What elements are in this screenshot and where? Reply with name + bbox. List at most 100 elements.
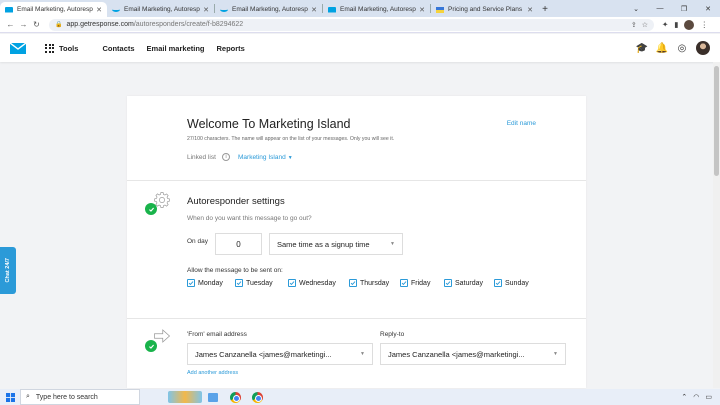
- chevron-down-icon[interactable]: ⌄: [624, 0, 648, 17]
- caret-down-icon: ▼: [390, 241, 395, 247]
- linked-list-value: Marketing Island: [238, 154, 286, 161]
- taskbar-app-chrome-2[interactable]: [246, 389, 268, 405]
- taskbar-app-chrome[interactable]: [224, 389, 246, 405]
- browser-tab-1[interactable]: Email Marketing, Autoresponder ✕: [0, 2, 107, 17]
- check-circle-icon: [145, 203, 157, 215]
- side-panel-icon[interactable]: ▮: [674, 20, 678, 29]
- day-saturday[interactable]: Saturday: [444, 279, 494, 287]
- tab-title: Email Marketing, Autoresponde: [124, 6, 200, 13]
- send-time-dropdown[interactable]: Same time as a signup time ▼: [269, 233, 403, 255]
- reload-icon[interactable]: ↻: [30, 20, 43, 29]
- checkbox-checked-icon[interactable]: [349, 279, 357, 287]
- day-monday[interactable]: Monday: [187, 279, 235, 287]
- forward-arrow-icon[interactable]: →: [17, 20, 30, 29]
- chat-247-tab[interactable]: Chat 24/7: [0, 247, 16, 294]
- browser-tab-3[interactable]: Email Marketing, Autoresponde ✕: [215, 2, 322, 17]
- flag-favicon-icon: [436, 6, 444, 13]
- url-host: app.getresponse.com: [66, 21, 134, 28]
- on-day-label: On day: [187, 238, 208, 245]
- browser-tab-4[interactable]: Email Marketing, Autoresponde ✕: [323, 2, 430, 17]
- page-scrollbar[interactable]: [713, 62, 720, 388]
- day-sunday[interactable]: Sunday: [494, 279, 540, 287]
- close-tab-icon[interactable]: ✕: [311, 6, 317, 14]
- nav-tools[interactable]: Tools: [59, 44, 78, 53]
- browser-toolbar: ✦ ▮ ⋮: [662, 19, 708, 30]
- close-window-icon[interactable]: ✕: [696, 0, 720, 17]
- day-wednesday[interactable]: Wednesday: [288, 279, 349, 287]
- close-tab-icon[interactable]: ✕: [96, 6, 102, 14]
- getresponse-logo-icon[interactable]: [10, 42, 26, 54]
- user-avatar[interactable]: [696, 41, 710, 55]
- caret-down-icon: ▼: [360, 351, 365, 357]
- maximize-icon[interactable]: ❐: [672, 0, 696, 17]
- nav-contacts[interactable]: Contacts: [102, 44, 134, 53]
- nav-email-marketing[interactable]: Email marketing: [147, 44, 205, 53]
- day-label: Tuesday: [246, 279, 273, 287]
- extensions-icon[interactable]: ✦: [662, 20, 668, 29]
- reply-to-dropdown[interactable]: James Canzanella <james@marketingi... ▼: [380, 343, 566, 365]
- day-tuesday[interactable]: Tuesday: [235, 279, 288, 287]
- url-field[interactable]: 🔒 app.getresponse.com/autoresponders/cre…: [49, 18, 654, 31]
- caret-down-icon: ▼: [553, 351, 558, 357]
- checkbox-checked-icon[interactable]: [187, 279, 195, 287]
- from-email-label: 'From' email address: [187, 331, 247, 338]
- taskbar-app-files[interactable]: [202, 389, 224, 405]
- address-bar: ← → ↻ 🔒 app.getresponse.com/autoresponde…: [0, 17, 720, 33]
- autoresponder-settings-title: Autoresponder settings: [187, 196, 285, 207]
- getresponse-favicon-icon: [220, 7, 228, 12]
- nav-reports[interactable]: Reports: [217, 44, 245, 53]
- day-label: Monday: [198, 279, 223, 287]
- caret-down-icon: ▼: [287, 155, 293, 161]
- file-explorer-icon: [208, 392, 218, 402]
- send-time-question: When do you want this message to go out?: [187, 215, 312, 222]
- allowed-days: Monday Tuesday Wednesday Thursday Friday…: [187, 279, 540, 287]
- tab-title: Email Marketing, Autoresponder: [17, 6, 93, 13]
- tools-grid-icon[interactable]: [45, 43, 54, 53]
- browser-tab-2[interactable]: Email Marketing, Autoresponde ✕: [107, 2, 214, 17]
- section-divider: [127, 180, 586, 181]
- profile-avatar[interactable]: [684, 19, 695, 30]
- close-tab-icon[interactable]: ✕: [203, 6, 209, 14]
- settings-section-icon: [145, 191, 171, 215]
- on-day-input[interactable]: 0: [215, 233, 262, 255]
- share-icon[interactable]: ⇪: [631, 21, 637, 29]
- bell-icon[interactable]: 🔔: [656, 42, 668, 54]
- autoresponder-card: Welcome To Marketing Island Edit name 27…: [127, 96, 586, 388]
- tray-chevron-icon[interactable]: ⌃: [681, 393, 687, 401]
- new-tab-button[interactable]: +: [538, 2, 552, 17]
- back-arrow-icon[interactable]: ←: [4, 20, 17, 29]
- check-circle-icon: [145, 340, 157, 352]
- checkbox-checked-icon[interactable]: [288, 279, 296, 287]
- taskbar-search[interactable]: ⌕ Type here to search: [20, 389, 140, 405]
- minimize-icon[interactable]: —: [648, 0, 672, 17]
- lock-icon[interactable]: 🔒: [55, 21, 62, 28]
- checkbox-checked-icon[interactable]: [494, 279, 502, 287]
- add-another-address-link[interactable]: Add another address: [187, 370, 238, 376]
- day-thursday[interactable]: Thursday: [349, 279, 400, 287]
- day-friday[interactable]: Friday: [400, 279, 444, 287]
- notification-icon[interactable]: ▭: [705, 393, 712, 401]
- info-icon[interactable]: i: [222, 153, 230, 161]
- day-label: Thursday: [360, 279, 390, 287]
- checkbox-checked-icon[interactable]: [235, 279, 243, 287]
- from-email-dropdown[interactable]: James Canzanella <james@marketingi... ▼: [187, 343, 373, 365]
- edit-name-link[interactable]: Edit name: [507, 120, 536, 127]
- linked-list-dropdown[interactable]: Marketing Island ▼: [238, 154, 293, 161]
- close-tab-icon[interactable]: ✕: [527, 6, 533, 14]
- tab-title: Email Marketing, Autoresponde: [340, 6, 416, 13]
- linked-list-label: Linked list: [187, 154, 216, 161]
- close-tab-icon[interactable]: ✕: [419, 6, 425, 14]
- character-count-note: 27/100 characters. The name will appear …: [187, 136, 395, 142]
- browser-tab-5[interactable]: Pricing and Service Plans | GetR ✕: [431, 2, 538, 17]
- windows-start-icon[interactable]: [0, 389, 20, 405]
- wifi-icon[interactable]: ◠: [693, 393, 699, 401]
- menu-dots-icon[interactable]: ⋮: [700, 20, 708, 29]
- window-controls: ⌄ — ❐ ✕: [624, 0, 720, 17]
- star-icon[interactable]: ☆: [642, 21, 648, 29]
- help-lifebuoy-icon[interactable]: ◎: [676, 42, 688, 54]
- checkbox-checked-icon[interactable]: [444, 279, 452, 287]
- weather-widget-icon[interactable]: [168, 391, 202, 403]
- checkbox-checked-icon[interactable]: [400, 279, 408, 287]
- graduation-cap-icon[interactable]: 🎓: [636, 42, 648, 54]
- scrollbar-thumb[interactable]: [714, 66, 719, 176]
